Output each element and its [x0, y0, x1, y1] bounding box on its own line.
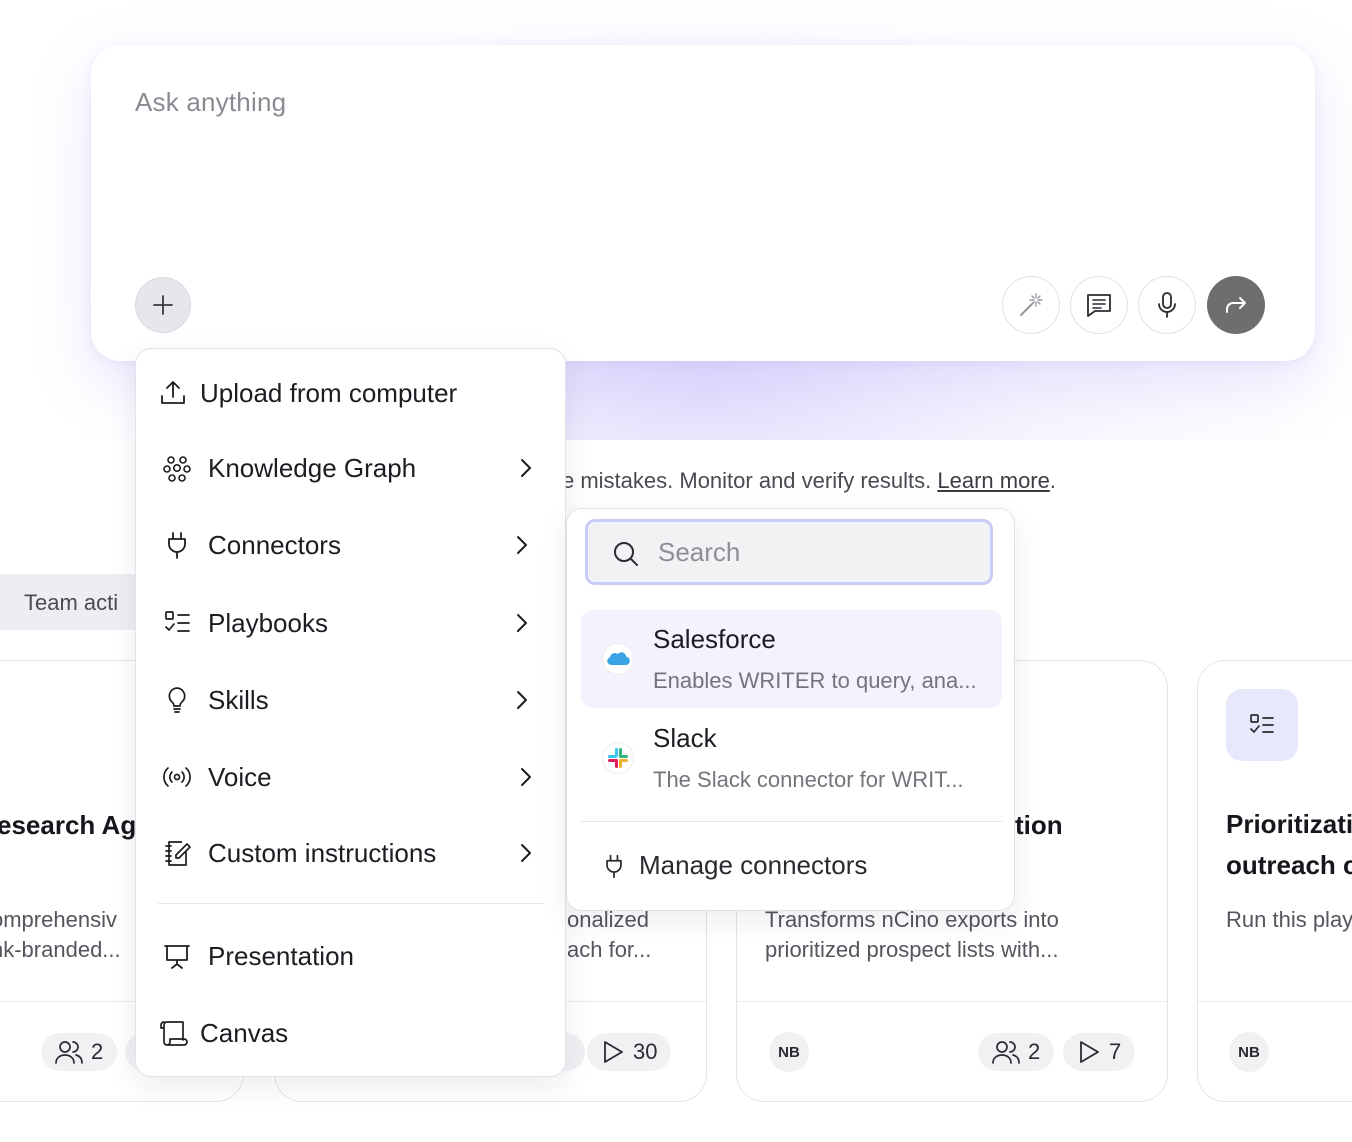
- tab-label: Team acti: [24, 590, 119, 615]
- forward-arrow-icon: [1226, 297, 1246, 313]
- manage-connectors-button[interactable]: Manage connectors: [581, 839, 1002, 895]
- submenu-divider: [581, 821, 1002, 822]
- add-menu: Upload from computer Knowledge Graph Con…: [135, 348, 566, 1077]
- connector-description: The Slack connector for WRIT...: [653, 767, 964, 792]
- manage-connectors-label: Manage connectors: [639, 850, 868, 880]
- menu-item-connectors[interactable]: Connectors: [136, 515, 567, 575]
- runs-count-badge: 7: [1063, 1033, 1136, 1071]
- users-count: 2: [1028, 1039, 1041, 1064]
- menu-item-knowledge-graph[interactable]: Knowledge Graph: [136, 438, 567, 498]
- author-avatar: NB: [769, 1032, 809, 1072]
- users-count-badge: 2: [41, 1033, 118, 1071]
- disclaimer-text: e mistakes. Monitor and verify results.: [562, 468, 938, 493]
- card-title: outreach c: [1226, 850, 1352, 880]
- checklist-icon: [1250, 714, 1274, 733]
- menu-item-skills[interactable]: Skills: [136, 670, 567, 730]
- connector-name: Slack: [653, 723, 717, 753]
- chevron-right-icon: [517, 536, 527, 554]
- card-description-line: Run this play: [1226, 907, 1352, 932]
- send-button[interactable]: [1207, 276, 1265, 334]
- author-avatar: NB: [1229, 1032, 1269, 1072]
- users-count-badge: 2: [978, 1033, 1055, 1071]
- card-title: tion: [1015, 810, 1063, 840]
- users-count: 2: [91, 1039, 104, 1064]
- menu-item-label: Skills: [208, 684, 269, 715]
- chevron-right-icon: [521, 768, 531, 786]
- plug-icon: [162, 530, 192, 560]
- disclaimer-suffix: .: [1049, 468, 1056, 493]
- lightbulb-icon: [162, 685, 192, 715]
- menu-item-presentation[interactable]: Presentation: [136, 926, 567, 986]
- card-description-line: nk-branded...: [0, 937, 121, 962]
- magic-wand-button[interactable]: [1002, 276, 1060, 334]
- menu-item-label: Connectors: [208, 529, 341, 560]
- message-square-icon: [1087, 294, 1111, 317]
- add-attachment-button[interactable]: [135, 277, 191, 333]
- menu-item-label: Knowledge Graph: [208, 452, 417, 483]
- instructions-button[interactable]: [1070, 276, 1128, 334]
- menu-item-label: Upload from computer: [200, 377, 458, 408]
- menu-divider: [158, 903, 544, 904]
- chevron-right-icon: [521, 459, 531, 477]
- upload-icon: [158, 378, 188, 408]
- plus-icon: [153, 295, 173, 315]
- broadcast-icon: [162, 762, 192, 792]
- chat-composer: Ask anything: [91, 45, 1315, 361]
- magic-wand-icon: [1020, 293, 1043, 316]
- search-icon: [614, 542, 638, 566]
- connector-search-input[interactable]: [658, 534, 978, 570]
- menu-item-voice[interactable]: Voice: [136, 747, 567, 807]
- runs-count: 30: [633, 1039, 658, 1064]
- users-icon: [992, 1041, 1020, 1064]
- play-icon: [604, 1041, 623, 1063]
- knowledge-graph-icon: [162, 453, 192, 483]
- connector-item-slack[interactable]: Slack The Slack connector for WRIT...: [581, 709, 1002, 807]
- disclaimer: e mistakes. Monitor and verify results. …: [562, 468, 1056, 494]
- learn-more-link[interactable]: Learn more: [937, 468, 1050, 493]
- menu-item-playbooks[interactable]: Playbooks: [136, 593, 567, 653]
- card-description-line: ach for...: [567, 937, 652, 962]
- menu-item-label: Canvas: [200, 1017, 289, 1048]
- card-title: esearch Ag: [0, 810, 137, 840]
- card-title: Prioritizatio: [1226, 809, 1352, 839]
- menu-item-label: Playbooks: [208, 607, 328, 638]
- composer-input[interactable]: Ask anything: [135, 87, 286, 118]
- playbook-card[interactable]: Prioritizatio outreach c Run this play N…: [1197, 660, 1352, 1102]
- card-divider: [1198, 1001, 1352, 1002]
- chevron-right-icon: [517, 691, 527, 709]
- voice-input-button[interactable]: [1138, 276, 1196, 334]
- tab-team-activity[interactable]: Team acti: [0, 574, 150, 630]
- slack-logo: [603, 743, 633, 773]
- checklist-icon: [162, 608, 192, 638]
- menu-item-canvas[interactable]: Canvas: [136, 1003, 567, 1063]
- connectors-submenu: Salesforce Enables WRITER to query, ana.…: [566, 508, 1015, 911]
- play-icon: [1080, 1041, 1099, 1063]
- card-description-line: omprehensiv: [0, 907, 117, 932]
- plug-icon: [606, 854, 622, 879]
- menu-item-label: Presentation: [208, 940, 354, 971]
- scroll-icon: [158, 1018, 188, 1048]
- salesforce-logo: [603, 644, 633, 674]
- playbook-icon-tile: [1226, 689, 1298, 761]
- microphone-icon: [1158, 292, 1176, 318]
- card-divider: [737, 1001, 1167, 1002]
- presentation-icon: [162, 941, 192, 971]
- chevron-right-icon: [521, 844, 531, 862]
- menu-item-custom-instructions[interactable]: Custom instructions: [136, 823, 567, 883]
- users-icon: [55, 1041, 83, 1064]
- menu-item-label: Custom instructions: [208, 837, 437, 868]
- chevron-right-icon: [517, 614, 527, 632]
- runs-count: 7: [1109, 1039, 1122, 1064]
- connector-name: Salesforce: [653, 624, 776, 654]
- runs-count-badge: 30: [587, 1033, 672, 1071]
- connector-search[interactable]: [585, 519, 993, 585]
- connector-description: Enables WRITER to query, ana...: [653, 668, 977, 693]
- notebook-edit-icon: [162, 838, 192, 868]
- menu-item-upload[interactable]: Upload from computer: [136, 363, 567, 423]
- card-description-line: prioritized prospect lists with...: [765, 937, 1059, 962]
- menu-item-label: Voice: [208, 761, 272, 792]
- connector-item-salesforce[interactable]: Salesforce Enables WRITER to query, ana.…: [581, 610, 1002, 708]
